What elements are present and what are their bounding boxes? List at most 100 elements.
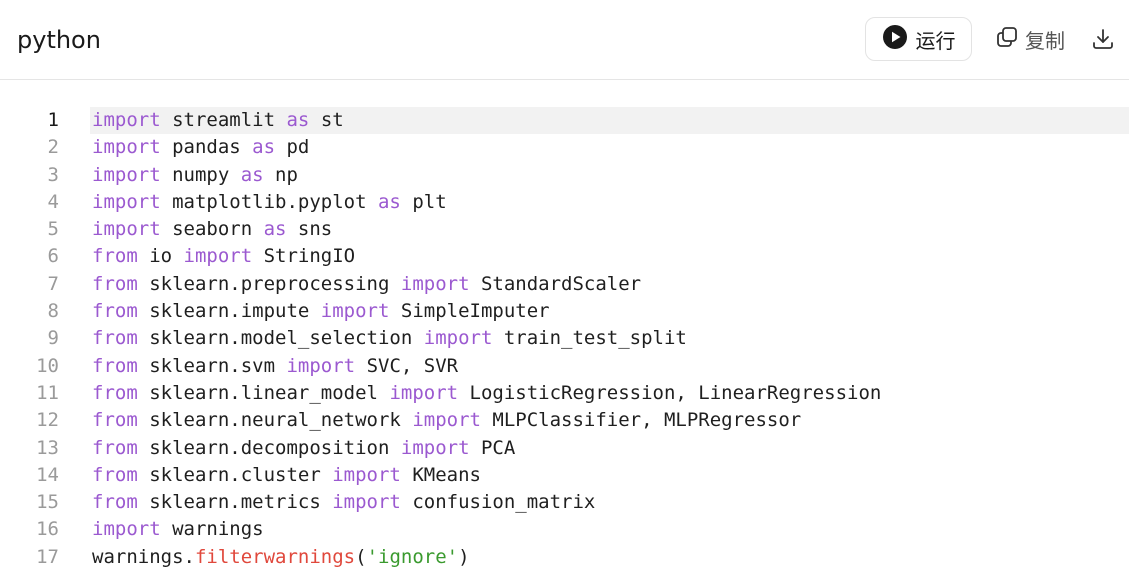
code-line[interactable]: 16 import warnings (0, 516, 1129, 543)
keyword-token: import (92, 136, 161, 159)
line-number: 4 (47, 190, 59, 213)
code-token: StandardScaler (469, 272, 642, 295)
code-token: streamlit (160, 109, 287, 131)
code-line[interactable]: 10 from sklearn.svm import SVC, SVR (0, 353, 1129, 380)
code-line-content: import numpy as np (90, 162, 1129, 189)
code-token: sns (286, 218, 333, 241)
line-number: 11 (36, 381, 59, 404)
code-editor[interactable]: 1 import streamlit as st 2 import pandas as… (0, 107, 1129, 571)
keyword-token: import (92, 163, 161, 186)
keyword-token: import (92, 109, 161, 131)
download-button[interactable] (1091, 27, 1115, 51)
code-line[interactable]: 3 import numpy as np (0, 162, 1129, 189)
code-token: numpy (160, 163, 241, 186)
code-line[interactable]: 5 import seaborn as sns (0, 216, 1129, 243)
code-line[interactable]: 2 import pandas as pd (0, 134, 1129, 161)
line-number: 15 (36, 491, 59, 514)
code-token: sklearn.linear_model (137, 381, 390, 404)
code-line[interactable]: 7 from sklearn.preprocessing import Stand… (0, 271, 1129, 298)
code-line-content: from sklearn.linear_model import Logisti… (90, 380, 1129, 407)
download-icon (1091, 29, 1115, 55)
keyword-token: from (92, 436, 138, 459)
code-token: ) (458, 545, 470, 568)
keyword-token: from (92, 354, 138, 377)
keyword-token: as (240, 163, 264, 186)
keyword-token: import (92, 190, 161, 213)
keyword-token: import (286, 354, 356, 377)
code-token: sklearn.cluster (137, 463, 333, 486)
keyword-token: import (332, 491, 401, 514)
code-token: sklearn.model_selection (137, 327, 424, 350)
code-token: sklearn.svm (137, 354, 287, 377)
keyword-token: as (286, 109, 310, 131)
keyword-token: import (400, 436, 470, 459)
code-token: plt (400, 190, 447, 213)
copy-button-label: 复制 (1025, 28, 1065, 53)
code-token: sklearn.decomposition (137, 436, 401, 459)
keyword-token: import (412, 409, 481, 432)
keyword-token: import (183, 245, 253, 268)
code-line[interactable]: 12 from sklearn.neural_network import MLP… (0, 407, 1129, 434)
line-number: 16 (36, 518, 59, 541)
keyword-token: as (263, 218, 287, 241)
code-token: matplotlib.pyplot (160, 190, 378, 213)
code-line-content: import seaborn as sns (90, 216, 1129, 243)
code-line-content: import warnings (90, 516, 1129, 543)
code-line[interactable]: 8 from sklearn.impute import SimpleImpute… (0, 298, 1129, 325)
code-line[interactable]: 11 from sklearn.linear_model import Logis… (0, 380, 1129, 407)
language-label: python (17, 26, 101, 54)
line-number: 12 (36, 409, 59, 432)
code-token: pandas (160, 136, 253, 159)
keyword-token: import (423, 327, 493, 350)
code-token: PCA (469, 436, 516, 459)
line-number: 7 (47, 272, 59, 295)
keyword-token: from (92, 491, 138, 514)
code-line-content: import streamlit as st (90, 107, 1129, 135)
keyword-token: import (320, 300, 390, 323)
code-line-content: from sklearn.svm import SVC, SVR (90, 353, 1129, 380)
code-line[interactable]: 13 from sklearn.decomposition import PCA (0, 435, 1129, 462)
code-token: sklearn.preprocessing (137, 272, 401, 295)
keyword-token: from (92, 272, 138, 295)
code-token: MLPClassifier, MLPRegressor (480, 409, 802, 432)
code-token: StringIO (252, 245, 356, 268)
code-token: train_test_split (492, 327, 687, 350)
keyword-token: import (92, 518, 161, 541)
code-line[interactable]: 4 import matplotlib.pyplot as plt (0, 189, 1129, 216)
keyword-token: import (332, 463, 401, 486)
code-token: pd (275, 136, 310, 159)
string-token: 'ignore' (366, 545, 459, 568)
code-line[interactable]: 14 from sklearn.cluster import KMeans (0, 462, 1129, 489)
line-number: 1 (47, 109, 59, 131)
code-line[interactable]: 1 import streamlit as st (0, 107, 1129, 135)
run-button[interactable]: 运行 (865, 17, 972, 61)
code-token: KMeans (400, 463, 481, 486)
keyword-token: as (377, 190, 401, 213)
keyword-token: import (92, 218, 161, 241)
code-line-content: from sklearn.metrics import confusion_ma… (90, 489, 1129, 516)
code-line-content: from io import StringIO (90, 243, 1129, 270)
keyword-token: from (92, 327, 138, 350)
run-button-label: 运行 (915, 28, 956, 53)
code-line[interactable]: 9 from sklearn.model_selection import tra… (0, 325, 1129, 352)
line-number: 10 (36, 354, 59, 377)
code-token: warnings. (92, 545, 195, 568)
code-line-content: from sklearn.decomposition import PCA (90, 435, 1129, 462)
code-token: io (137, 245, 184, 268)
code-token: LogisticRegression, LinearRegression (458, 381, 882, 404)
line-number: 13 (36, 436, 59, 459)
code-line-content: from sklearn.model_selection import trai… (90, 325, 1129, 352)
copy-button[interactable]: 复制 (995, 17, 1065, 61)
code-line[interactable]: 15 from sklearn.metrics import confusion_… (0, 489, 1129, 516)
line-number: 17 (36, 545, 59, 568)
keyword-token: from (92, 409, 138, 432)
line-number: 14 (36, 463, 59, 486)
line-number: 5 (47, 218, 59, 241)
keyword-token: from (92, 245, 138, 268)
keyword-token: import (400, 272, 470, 295)
code-line[interactable]: 17 warnings.filterwarnings('ignore') (0, 544, 1129, 571)
code-line[interactable]: 6 from io import StringIO (0, 243, 1129, 270)
code-line-content: from sklearn.impute import SimpleImputer (90, 298, 1129, 325)
code-line-content: import matplotlib.pyplot as plt (90, 189, 1129, 216)
line-number: 8 (47, 300, 59, 323)
